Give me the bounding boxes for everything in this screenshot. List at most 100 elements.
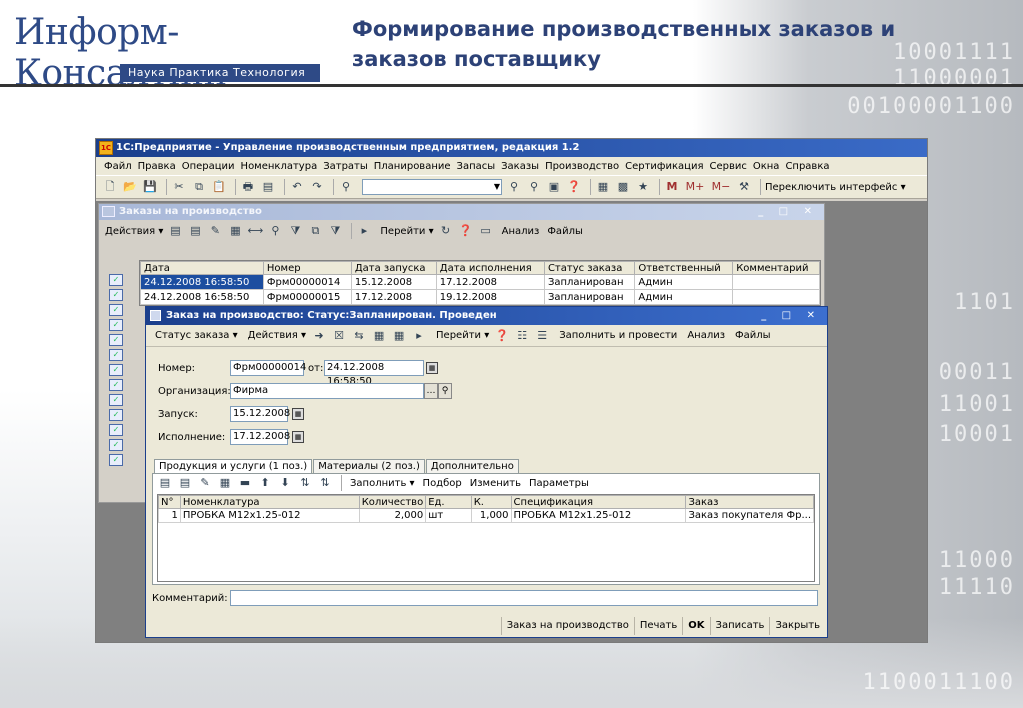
sort-desc-icon[interactable]: ⇅ [317,475,333,491]
structure-sub-icon[interactable]: ▦ [391,328,407,344]
favorites-icon[interactable]: ★ [635,179,651,195]
memory-minus-icon[interactable]: M− [710,179,732,195]
new-icon[interactable]: 🗋 [102,179,118,195]
column-header-n[interactable]: N° [158,495,181,509]
comment-field[interactable] [230,590,818,606]
find-prev-icon[interactable]: ⚲ [526,179,542,195]
move-down-icon[interactable]: ⬇ [277,475,293,491]
change-button[interactable]: Изменить [470,478,521,489]
column-header-status[interactable]: Статус заказа [543,261,636,275]
sort-asc-icon[interactable]: ⇅ [297,475,313,491]
print-icon[interactable]: 🖶 [240,179,256,195]
column-header-unit[interactable]: Ед. [425,495,472,509]
undo-icon[interactable]: ↶ [289,179,305,195]
cell-date[interactable]: 24.12.2008 16:58:50 [140,289,264,305]
structure-icon[interactable]: ▦ [371,328,387,344]
open-icon[interactable]: ⚲ [438,383,452,399]
execution-date-field[interactable]: 17.12.2008 [230,429,290,445]
calendar-icon[interactable]: ▦ [292,431,304,443]
tab-additional[interactable]: Дополнительно [425,459,519,474]
order-status-menu[interactable]: Статус заказа ▾ [155,330,238,341]
date-field[interactable]: 24.12.2008 16:58:50 [324,360,424,387]
calendar-icon[interactable]: ▦ [426,362,438,374]
create-based-icon[interactable]: ▸ [411,328,427,344]
help-icon[interactable]: ❓ [458,223,474,239]
menu-nomenclature[interactable]: Номенклатура [241,161,318,172]
add-group-icon[interactable]: ▤ [187,223,203,239]
calendar-icon[interactable]: ▦ [595,179,611,195]
column-header-responsible[interactable]: Ответственный [634,261,734,275]
copy-icon[interactable]: ⧉ [307,223,323,239]
menu-orders[interactable]: Заказы [501,161,539,172]
menu-windows[interactable]: Окна [753,161,780,172]
add-row-icon[interactable]: ▤ [157,475,173,491]
save-icon[interactable]: 💾 [142,179,158,195]
memory-plus-icon[interactable]: M+ [684,179,706,195]
delete-icon[interactable]: ▦ [227,223,243,239]
calculator-icon[interactable]: ▩ [615,179,631,195]
column-header-exec-date[interactable]: Дата исполнения [435,261,545,275]
windows-icon[interactable]: ▣ [546,179,562,195]
cell-comment[interactable] [732,289,820,305]
organization-field[interactable]: Фирма [230,383,424,399]
tools-icon[interactable]: ⚒ [736,179,752,195]
fill-and-post-button[interactable]: Заполнить и провести [559,330,677,341]
find-next-icon[interactable]: ⚲ [506,179,522,195]
cell-n[interactable]: 1 [158,508,181,523]
cell-nomenclature[interactable]: ПРОБКА М12x1.25-012 [179,508,360,523]
goto-menu[interactable]: Перейти ▾ [380,226,433,237]
help-icon[interactable]: ❓ [566,179,582,195]
menu-costs[interactable]: Затраты [323,161,368,172]
select-button[interactable]: … [424,383,438,399]
cell-status[interactable]: Запланирован [543,289,636,305]
column-header-order[interactable]: Заказ [685,495,814,509]
refresh-icon[interactable]: ↻ [438,223,454,239]
calendar-icon[interactable]: ▦ [292,408,304,420]
report-icon[interactable]: ▭ [478,223,494,239]
cell-launch-date[interactable]: 17.12.2008 [350,289,437,305]
search-icon[interactable]: ⚲ [267,223,283,239]
open-icon[interactable]: 📂 [122,179,138,195]
ok-button[interactable]: OK [682,617,709,635]
edit-row-icon[interactable]: ✎ [197,475,213,491]
menu-production[interactable]: Производство [545,161,619,172]
menu-planning[interactable]: Планирование [374,161,451,172]
edit-icon[interactable]: ✎ [207,223,223,239]
list-icon[interactable]: ☰ [534,328,550,344]
menu-file[interactable]: Файл [104,161,132,172]
column-header-specification[interactable]: Спецификация [510,495,687,509]
launch-date-field[interactable]: 15.12.2008 [230,406,290,422]
cell-exec-date[interactable]: 17.12.2008 [435,274,545,290]
cell-number[interactable]: Фрм00000014 [262,274,352,290]
close-button[interactable]: Закрыть [769,617,825,635]
column-header-nomenclature[interactable]: Номенклатура [179,495,360,509]
column-header-k[interactable]: К. [470,495,512,509]
analysis-button[interactable]: Анализ [687,330,725,341]
files-button[interactable]: Файлы [735,330,771,341]
movements-icon[interactable]: ⇆ [351,328,367,344]
cell-launch-date[interactable]: 15.12.2008 [350,274,437,290]
cell-comment[interactable] [732,274,820,290]
memory-icon[interactable]: M [664,179,680,195]
unpost-icon[interactable]: ☒ [331,328,347,344]
paste-icon[interactable]: 📋 [211,179,227,195]
cell-order[interactable]: Заказ покупателя Фр... [685,508,814,523]
preview-icon[interactable]: ▤ [260,179,276,195]
cell-responsible[interactable]: Админ [634,289,734,305]
window-controls[interactable]: _ □ ✕ [761,307,821,325]
menu-service[interactable]: Сервис [709,161,746,172]
binoculars-icon[interactable]: ⚲ [338,179,354,195]
filter-off-icon[interactable]: ⧩ [327,223,343,239]
column-header-number[interactable]: Номер [262,261,352,275]
window-controls[interactable]: _ □ ✕ [758,204,818,220]
actions-menu[interactable]: Действия ▾ [248,330,306,341]
menu-edit[interactable]: Правка [138,161,176,172]
print-order-button[interactable]: Заказ на производство [500,617,634,635]
search-combo[interactable] [362,179,502,195]
column-header-date[interactable]: Дата [140,261,264,275]
files-button[interactable]: Файлы [547,226,583,237]
tab-materials[interactable]: Материалы (2 поз.) [313,459,425,474]
cell-exec-date[interactable]: 19.12.2008 [435,289,545,305]
add-icon[interactable]: ▤ [167,223,183,239]
filter-icon[interactable]: ⧩ [287,223,303,239]
